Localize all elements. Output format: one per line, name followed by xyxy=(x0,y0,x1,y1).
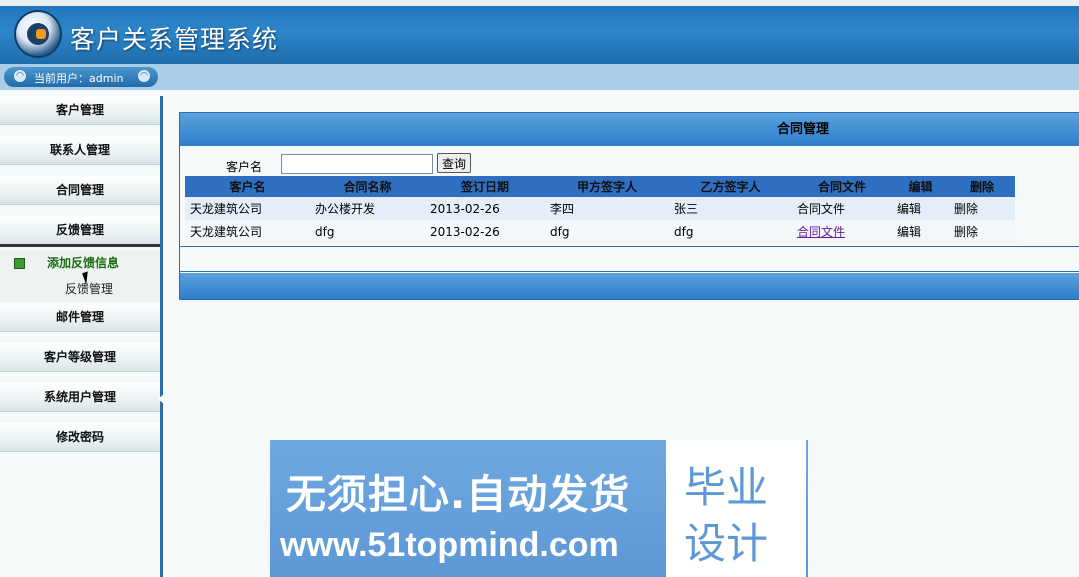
panel-divider xyxy=(180,246,1079,247)
sidebar-item-contacts[interactable]: 联系人管理 xyxy=(0,136,160,165)
panel-divider xyxy=(180,271,1079,272)
feedback-submenu: 添加反馈信息 反馈管理 xyxy=(0,250,160,302)
cell-customer: 天龙建筑公司 xyxy=(185,220,310,243)
table-row: 天龙建筑公司 办公楼开发 2013-02-26 李四 张三 合同文件 编辑 删除 xyxy=(185,197,1015,220)
cell-contract-file: 合同文件 xyxy=(792,220,892,243)
watermark-badge-line1: 毕业 xyxy=(684,463,769,512)
col-sign-date: 签订日期 xyxy=(425,176,545,197)
cell-signer-a: dfg xyxy=(545,220,669,243)
user-left-icon: ◠ xyxy=(14,70,26,82)
col-contract-file: 合同文件 xyxy=(792,176,892,197)
col-signer-b: 乙方签字人 xyxy=(669,176,792,197)
cell-contract-file: 合同文件 xyxy=(792,197,892,220)
current-user-pill: ◠ 当前用户：admin ◠ xyxy=(4,67,158,87)
cell-contract-name: 办公楼开发 xyxy=(310,197,425,220)
app-title: 客户关系管理系统 xyxy=(70,25,279,54)
user-bar: ◠ 当前用户：admin ◠ xyxy=(0,64,1079,90)
watermark-badge: 毕业 设计 xyxy=(666,440,806,577)
contract-table: 客户名 合同名称 签订日期 甲方签字人 乙方签字人 合同文件 编辑 删除 天龙建… xyxy=(185,176,1015,243)
delete-link[interactable]: 删除 xyxy=(949,197,1015,220)
edit-link[interactable]: 编辑 xyxy=(892,220,949,243)
cell-sign-date: 2013-02-26 xyxy=(425,197,545,220)
sidebar-item-feedback[interactable]: 反馈管理 xyxy=(0,216,160,247)
table-row: 天龙建筑公司 dfg 2013-02-26 dfg dfg 合同文件 编辑 删除 xyxy=(185,220,1015,243)
sidebar-item-change-password[interactable]: 修改密码 xyxy=(0,423,160,452)
submenu-item-label: 添加反馈信息 xyxy=(47,256,120,270)
customer-search-input[interactable] xyxy=(281,154,433,174)
watermark-banner: 无须担心.自动发货 www.51topmind.com 毕业 设计 xyxy=(270,440,808,577)
contract-file-link[interactable]: 合同文件 xyxy=(797,225,845,239)
cell-contract-name: dfg xyxy=(310,220,425,243)
edit-link[interactable]: 编辑 xyxy=(892,197,949,220)
search-label: 客户名 xyxy=(226,160,263,174)
header-topline xyxy=(0,0,1079,6)
col-signer-a: 甲方签字人 xyxy=(545,176,669,197)
user-right-icon: ◠ xyxy=(138,70,150,82)
logo-icon xyxy=(16,12,60,56)
submenu-item-add-feedback[interactable]: 添加反馈信息 xyxy=(14,254,119,271)
sidebar-item-contracts[interactable]: 合同管理 xyxy=(0,176,160,205)
cell-signer-a: 李四 xyxy=(545,197,669,220)
bullet-icon xyxy=(14,258,25,269)
sidebar-collapse-arrow-icon[interactable] xyxy=(158,394,164,404)
panel-title: 合同管理 xyxy=(776,122,829,137)
cell-customer: 天龙建筑公司 xyxy=(185,197,310,220)
col-customer: 客户名 xyxy=(185,176,310,197)
search-button[interactable]: 查询 xyxy=(437,153,472,173)
cell-signer-b: dfg xyxy=(669,220,792,243)
col-contract-name: 合同名称 xyxy=(310,176,425,197)
watermark-url: www.51topmind.com xyxy=(280,526,619,564)
table-header-row: 客户名 合同名称 签订日期 甲方签字人 乙方签字人 合同文件 编辑 删除 xyxy=(185,176,1015,197)
sidebar-item-customer[interactable]: 客户管理 xyxy=(0,96,160,125)
panel-footer xyxy=(180,273,1079,299)
sidebar-divider xyxy=(160,96,163,577)
cell-sign-date: 2013-02-26 xyxy=(425,220,545,243)
sidebar-item-system-users[interactable]: 系统用户管理 xyxy=(0,383,160,412)
contract-panel: 合同管理 客户名 查询 客户名 合同名称 签订日期 甲方签字人 乙方签字人 合同… xyxy=(179,112,1079,300)
col-edit: 编辑 xyxy=(892,176,949,197)
app-header: 客户关系管理系统 xyxy=(0,0,1079,68)
cell-signer-b: 张三 xyxy=(669,197,792,220)
delete-link[interactable]: 删除 xyxy=(949,220,1015,243)
watermark-slogan: 无须担心.自动发货 xyxy=(286,472,631,518)
col-delete: 删除 xyxy=(949,176,1015,197)
sidebar-item-customer-level[interactable]: 客户等级管理 xyxy=(0,343,160,372)
sidebar: 客户管理 联系人管理 合同管理 反馈管理 添加反馈信息 反馈管理 邮件管理 客户… xyxy=(0,96,160,577)
sidebar-item-mail[interactable]: 邮件管理 xyxy=(0,303,160,332)
current-user-label: 当前用户：admin xyxy=(34,72,124,85)
watermark-badge-line2: 设计 xyxy=(684,519,769,568)
panel-header: 合同管理 xyxy=(180,113,1079,146)
